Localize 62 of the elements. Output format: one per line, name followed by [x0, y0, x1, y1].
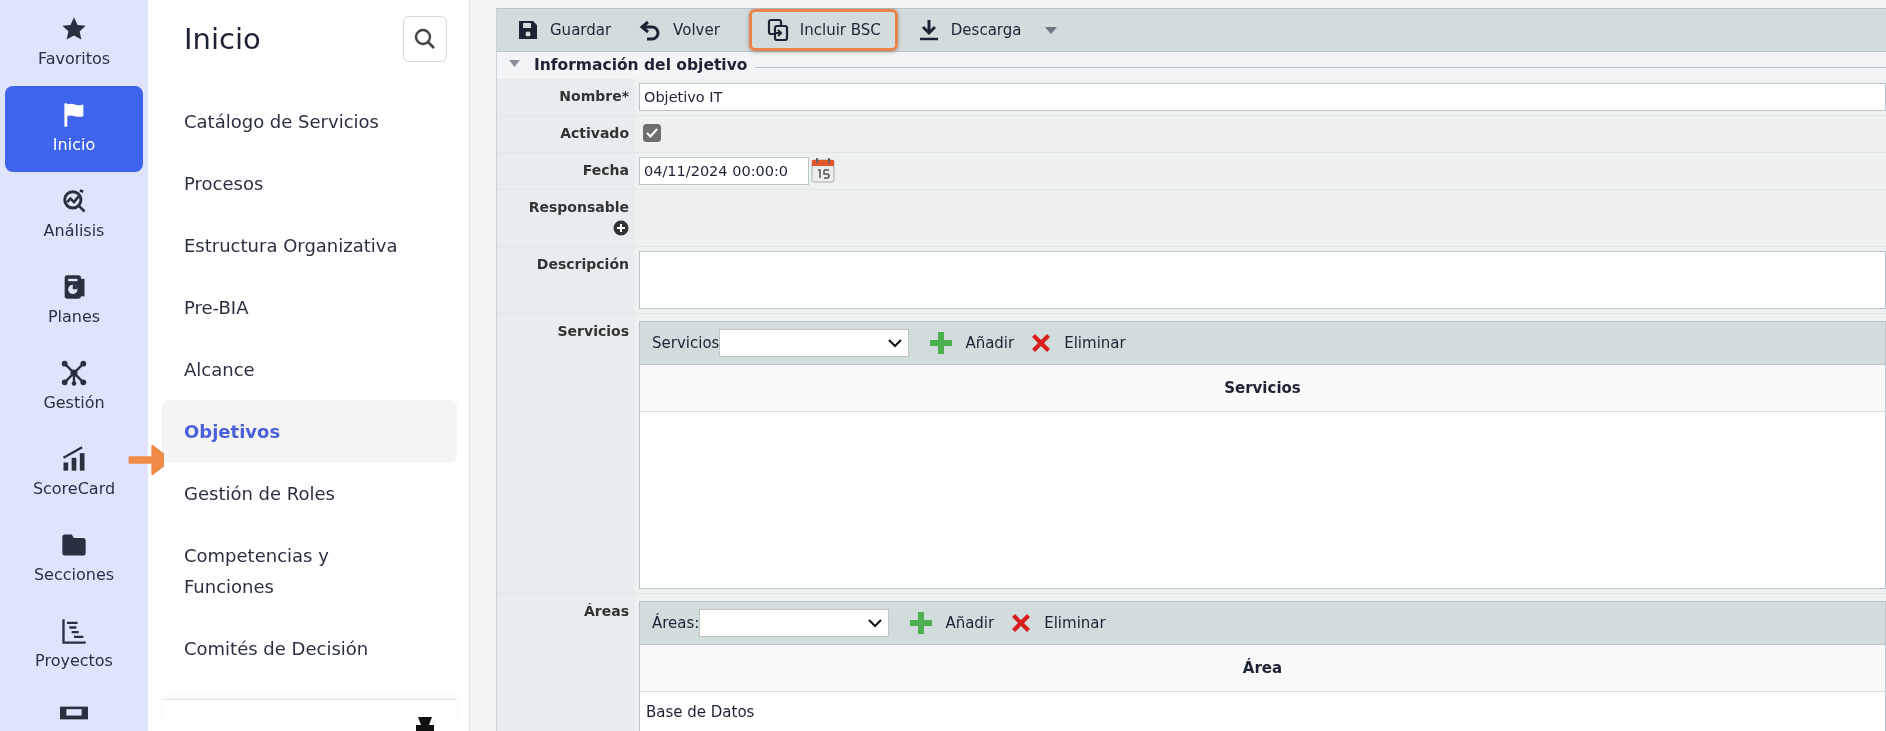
- chevron-down-icon: [868, 618, 883, 628]
- field-label: Responsable: [528, 198, 629, 217]
- dropdown-field[interactable]: [719, 329, 910, 357]
- field-label: Fecha: [582, 161, 629, 180]
- picker-label: Áreas:: [652, 612, 700, 634]
- plus-icon: [909, 611, 934, 635]
- menu-item[interactable]: Gestión de Roles: [162, 462, 457, 524]
- calendar-icon: [811, 157, 835, 183]
- menu-item[interactable]: Pre-BIA: [162, 276, 457, 338]
- network-icon: [60, 359, 88, 387]
- copy-icon: [765, 18, 790, 42]
- column-header: Servicios: [640, 365, 1885, 412]
- panel-title: Inicio: [184, 21, 261, 57]
- menu-item[interactable]: Comités de Decisión: [162, 617, 457, 679]
- add-button[interactable]: Añadir: [901, 611, 1003, 635]
- section-title: Información del objetivo: [534, 54, 748, 76]
- search-icon: [413, 27, 437, 51]
- field-label: Áreas: [584, 602, 629, 621]
- field-label: Servicios: [557, 322, 629, 341]
- table-cell: Base de Datos: [640, 692, 1885, 731]
- toolbar-button[interactable]: Incluir BSC: [748, 9, 898, 51]
- rail-item[interactable]: Inicio: [5, 86, 143, 172]
- partial-icon: [413, 717, 437, 731]
- menu-item[interactable]: Competencias y Funciones: [162, 524, 457, 617]
- menu-item[interactable]: Catálogo de Servicios: [162, 90, 457, 152]
- checkbox[interactable]: [643, 124, 661, 142]
- toolbar-button[interactable]: Guardar: [505, 9, 623, 51]
- column-header: Área: [640, 645, 1885, 692]
- add-button[interactable]: Añadir: [921, 331, 1023, 355]
- gantt-icon: [60, 617, 88, 645]
- input-field[interactable]: Objetivo IT: [639, 83, 1886, 111]
- field-label: Activado: [560, 124, 629, 143]
- close-icon: [1010, 612, 1033, 634]
- picker-label: Servicios: [652, 332, 720, 354]
- text-area[interactable]: [639, 251, 1886, 309]
- menu-item[interactable]: Estructura Organizativa: [162, 214, 457, 276]
- rail-item[interactable]: Gestión: [26, 344, 122, 430]
- search-button[interactable]: [403, 16, 447, 62]
- menu-item[interactable]: Procesos: [162, 152, 457, 214]
- remove-button[interactable]: Eliminar: [1002, 611, 1114, 635]
- rail-item[interactable]: Proyectos: [26, 602, 122, 688]
- chart-magnifier-icon: [60, 187, 88, 215]
- menu-item[interactable]: Alcance: [162, 338, 457, 400]
- toolbar-button[interactable]: Descarga: [905, 9, 1069, 51]
- rail-item[interactable]: Planes: [26, 258, 122, 344]
- rail-item[interactable]: ScoreCard: [26, 430, 122, 516]
- add-circle-icon: [613, 220, 629, 236]
- rail-item[interactable]: Análisis: [26, 172, 122, 258]
- date-field[interactable]: 04/11/2024 00:00:0: [639, 157, 809, 185]
- remove-button[interactable]: Eliminar: [1022, 331, 1134, 355]
- rail-item[interactable]: Favoritos: [26, 0, 122, 86]
- bar-chart-icon: [60, 445, 88, 473]
- dropdown-field[interactable]: [699, 609, 890, 637]
- caret-icon: [1045, 26, 1058, 34]
- toolbar-button[interactable]: Volver: [628, 9, 731, 51]
- plus-icon: [929, 331, 954, 355]
- field-label: Nombre*: [559, 87, 629, 106]
- chevron-down-icon: [888, 338, 903, 348]
- rail-item[interactable]: Secciones: [26, 516, 122, 602]
- field-label: Descripción: [536, 255, 629, 274]
- close-icon: [1030, 332, 1053, 354]
- menu-item[interactable]: Objetivos: [162, 400, 457, 462]
